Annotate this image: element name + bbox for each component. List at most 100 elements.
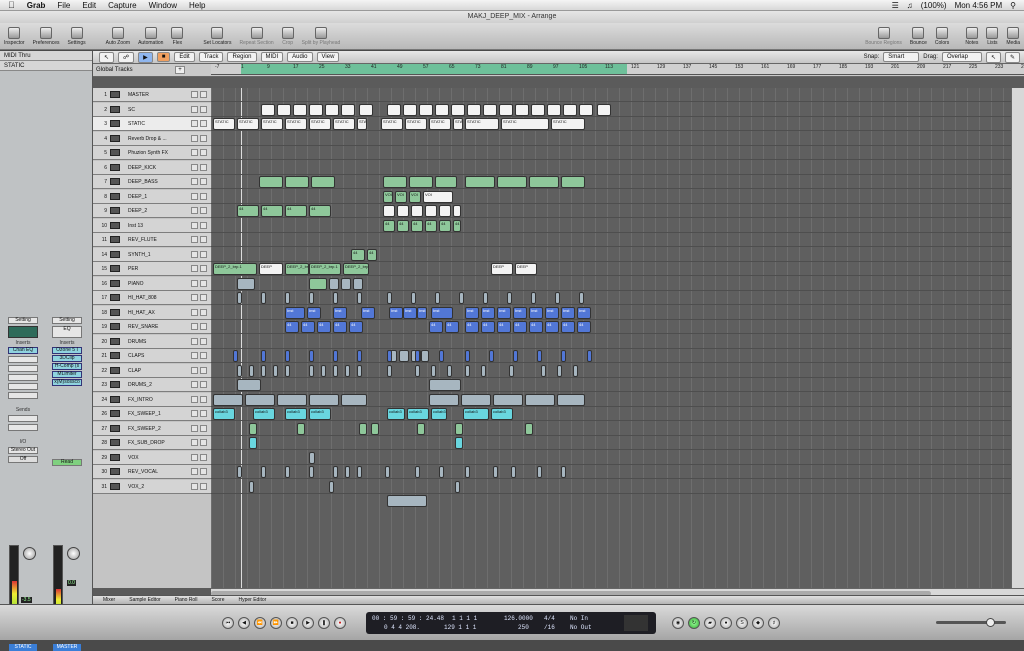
- region[interactable]: [357, 364, 362, 377]
- region[interactable]: [359, 422, 367, 435]
- vertical-scrollbar[interactable]: [1011, 88, 1024, 588]
- menu-edit[interactable]: Edit: [174, 52, 195, 62]
- region[interactable]: Inst: [431, 306, 453, 319]
- drag-select[interactable]: Overlap: [941, 52, 982, 62]
- region[interactable]: [497, 176, 527, 188]
- mute-button[interactable]: [191, 134, 198, 142]
- region[interactable]: [481, 364, 486, 377]
- solo-button[interactable]: [200, 395, 207, 403]
- track-header[interactable]: 17 HI_HAT_808: [93, 291, 211, 305]
- menu-help[interactable]: Help: [183, 1, 211, 10]
- region[interactable]: [399, 350, 409, 362]
- menu-midi[interactable]: MIDI: [260, 52, 284, 62]
- region[interactable]: [415, 466, 420, 478]
- track-lane[interactable]: [211, 291, 1011, 305]
- track-name[interactable]: VOX_2: [128, 484, 174, 490]
- region[interactable]: Inst: [333, 306, 347, 319]
- region[interactable]: [345, 364, 350, 377]
- region[interactable]: [261, 350, 266, 362]
- track-lane[interactable]: [211, 378, 1011, 392]
- region[interactable]: [261, 103, 275, 116]
- region[interactable]: [411, 292, 416, 304]
- region[interactable]: [557, 364, 562, 377]
- track-name[interactable]: DRUMS_2: [128, 382, 174, 388]
- track-name[interactable]: FX_SWEEP_1: [128, 411, 174, 417]
- setting-button[interactable]: Setting: [8, 317, 38, 324]
- region[interactable]: [311, 176, 335, 188]
- region[interactable]: [439, 205, 451, 217]
- solo-button[interactable]: [200, 337, 207, 345]
- mute-button[interactable]: [191, 323, 198, 330]
- region[interactable]: [341, 103, 355, 116]
- track-header[interactable]: 10 Inst 13: [93, 218, 211, 233]
- region[interactable]: 44: [425, 219, 437, 232]
- track-name[interactable]: CLAP: [128, 368, 174, 374]
- region[interactable]: [387, 350, 392, 362]
- rewind-start-icon[interactable]: ◀: [238, 617, 250, 629]
- region[interactable]: [383, 205, 395, 217]
- region[interactable]: [309, 393, 339, 406]
- region[interactable]: 44: [411, 219, 423, 232]
- region[interactable]: DEEP: [491, 263, 513, 275]
- region[interactable]: 44: [513, 321, 527, 333]
- track-header[interactable]: 19 REV_SNARE: [93, 320, 211, 334]
- track-name[interactable]: Phuzion Synth FX: [128, 150, 174, 156]
- rewind-icon[interactable]: ⏪: [254, 617, 266, 629]
- wifi-icon[interactable]: ☰: [892, 1, 899, 10]
- empty-insert[interactable]: [8, 365, 38, 372]
- region[interactable]: [531, 292, 536, 304]
- track-name[interactable]: CLAPS: [128, 353, 174, 359]
- mute-button[interactable]: [191, 91, 198, 98]
- region[interactable]: [579, 292, 584, 304]
- track-header[interactable]: 21 CLAPS: [93, 349, 211, 363]
- region[interactable]: [345, 466, 350, 478]
- track-header[interactable]: 28 FX_SUB_DROP: [93, 436, 211, 450]
- region[interactable]: [237, 277, 255, 290]
- tab-mixer[interactable]: Mixer: [103, 596, 115, 604]
- track-lane[interactable]: [211, 161, 1011, 175]
- region[interactable]: [333, 364, 338, 377]
- region[interactable]: [397, 205, 409, 217]
- catch-icon[interactable]: ▶: [138, 51, 153, 63]
- track-name[interactable]: DEEP_BASS: [128, 179, 174, 185]
- mute-button[interactable]: [191, 424, 198, 432]
- region[interactable]: [465, 350, 470, 362]
- metronome-icon[interactable]: ♯: [768, 617, 780, 629]
- region[interactable]: 44: [309, 205, 331, 217]
- region[interactable]: [417, 422, 425, 435]
- region[interactable]: 44: [317, 321, 331, 333]
- track-lane[interactable]: [211, 233, 1011, 247]
- region[interactable]: [531, 103, 545, 116]
- region[interactable]: [467, 103, 481, 116]
- region[interactable]: [409, 176, 433, 188]
- region[interactable]: STATIC: [333, 118, 355, 130]
- stop-icon[interactable]: ■: [286, 617, 298, 629]
- solo-button[interactable]: [200, 105, 207, 113]
- tab-hyper-editor[interactable]: Hyper Editor: [239, 596, 267, 604]
- empty-insert[interactable]: [8, 356, 38, 363]
- region[interactable]: collab3: [213, 408, 235, 420]
- region[interactable]: [277, 393, 307, 406]
- solo-button[interactable]: [200, 265, 207, 272]
- link-icon[interactable]: ☍: [118, 51, 135, 63]
- snap-select[interactable]: Smart: [883, 52, 920, 62]
- region[interactable]: [309, 364, 314, 377]
- media-button[interactable]: Media: [1006, 27, 1020, 46]
- track-header[interactable]: 3 STATIC: [93, 117, 211, 131]
- region[interactable]: [329, 277, 339, 290]
- menu-view[interactable]: View: [316, 52, 340, 62]
- region[interactable]: 44: [285, 205, 307, 217]
- track-name[interactable]: FX_INTRO: [128, 397, 174, 403]
- mute-button[interactable]: [191, 279, 198, 287]
- spotlight-icon[interactable]: ⚲: [1010, 1, 1016, 10]
- empty-insert[interactable]: [8, 383, 38, 390]
- eq-button[interactable]: EQ: [52, 326, 82, 338]
- track-header[interactable]: 4 Reverb Drop & ...: [93, 131, 211, 146]
- midi-thru-row[interactable]: MIDI Thru: [0, 51, 92, 61]
- region[interactable]: [245, 393, 275, 406]
- solo-icon[interactable]: S: [736, 617, 748, 629]
- region[interactable]: STATIC: [237, 118, 259, 130]
- repeat-section-button[interactable]: Repeat Section: [239, 27, 274, 46]
- solo-button[interactable]: [200, 192, 207, 200]
- region[interactable]: [285, 176, 309, 188]
